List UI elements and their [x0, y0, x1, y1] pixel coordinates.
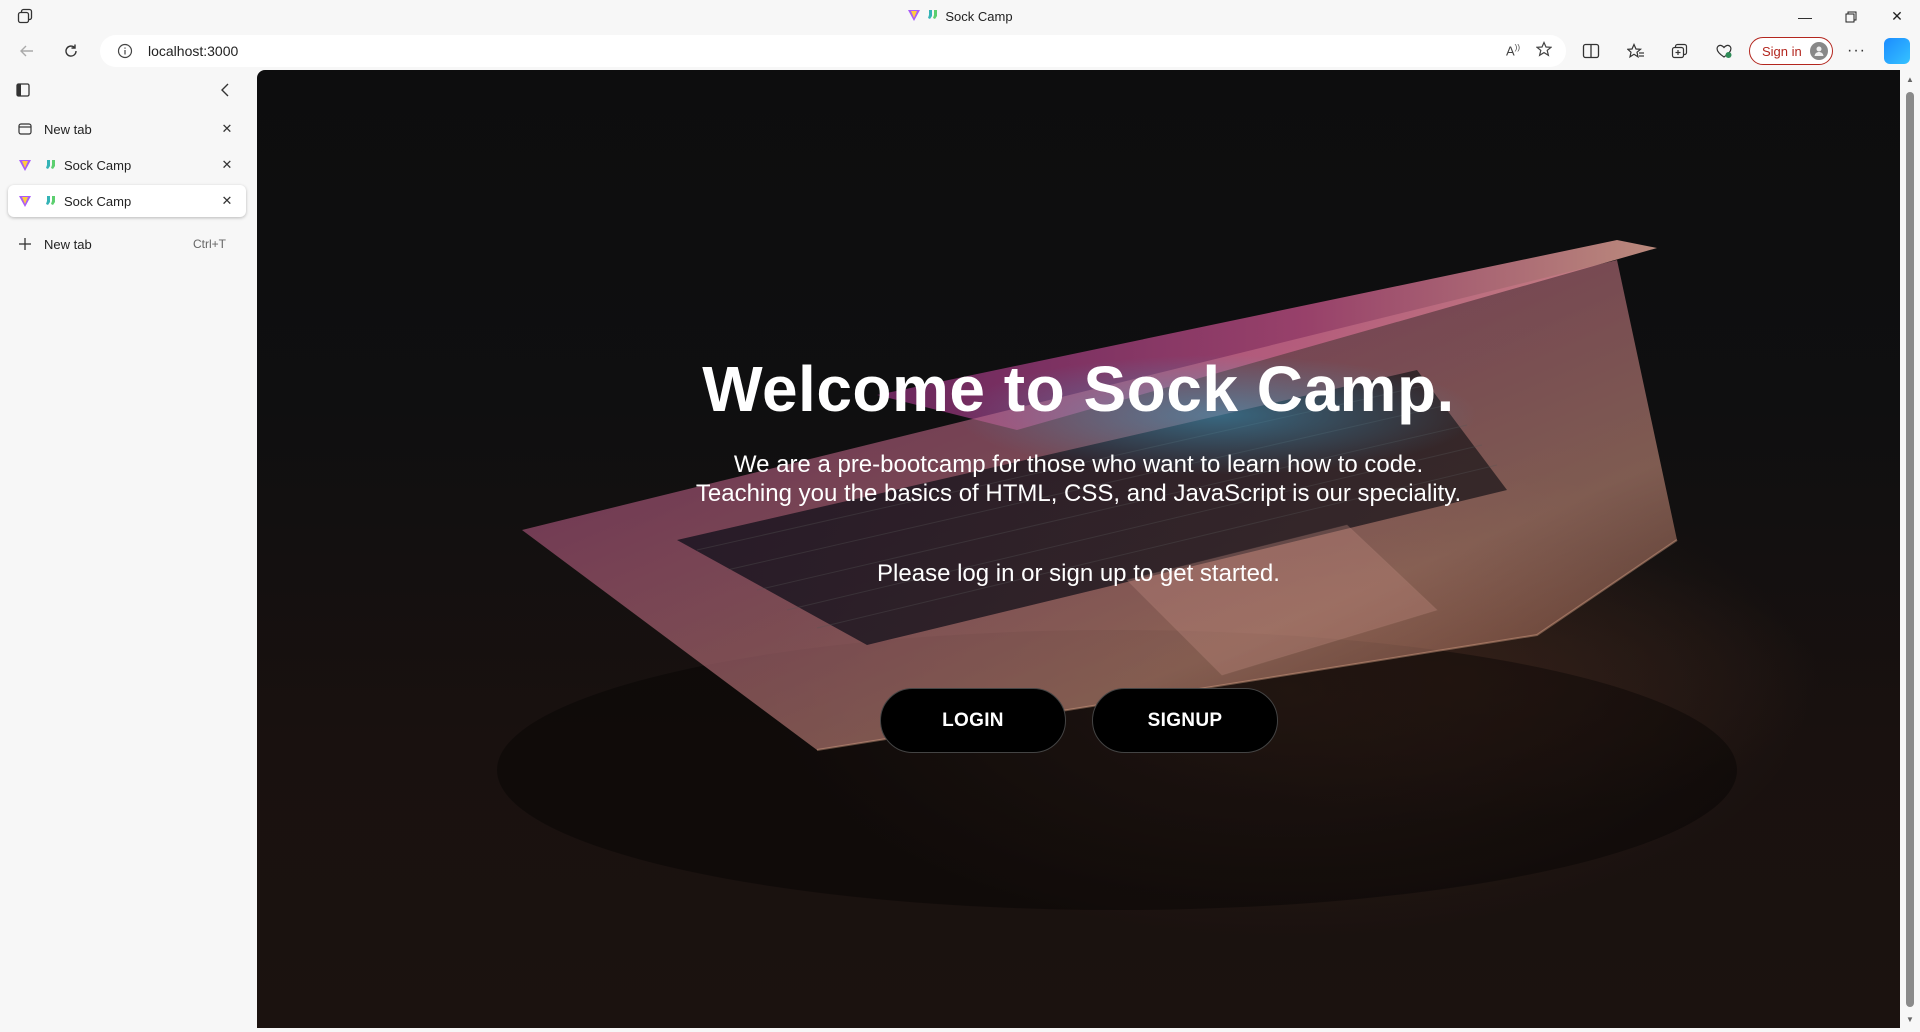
page-title: Welcome to Sock Camp.: [702, 353, 1455, 425]
new-tab-shortcut: Ctrl+T: [193, 237, 226, 251]
tab-sock-camp-active[interactable]: Sock Camp ✕: [8, 185, 246, 217]
scroll-down-icon[interactable]: ▼: [1905, 1014, 1915, 1024]
title-bar: Sock Camp — ✕: [0, 0, 1920, 33]
more-menu-icon[interactable]: ···: [1847, 35, 1866, 67]
tab-label: Sock Camp: [64, 157, 132, 173]
signup-button[interactable]: SIGNUP: [1092, 688, 1278, 753]
sign-in-button[interactable]: Sign in: [1749, 37, 1833, 65]
navigation-bar: localhost:3000 A)) ···: [0, 33, 1920, 69]
subtitle-line-1: We are a pre-bootcamp for those who want…: [733, 451, 1424, 478]
vertical-scrollbar[interactable]: ▲ ▼: [1900, 70, 1920, 1032]
profile-avatar-icon: [1809, 42, 1828, 60]
window-title-text: Sock Camp: [945, 9, 1013, 24]
collapse-sidebar-icon[interactable]: [216, 81, 234, 99]
close-tab-icon[interactable]: ✕: [218, 192, 236, 210]
close-tab-icon[interactable]: ✕: [218, 156, 236, 174]
tab-actions-icon[interactable]: [14, 81, 32, 99]
workspaces-icon[interactable]: [14, 7, 36, 25]
page-subtitle: We are a pre-bootcamp for those who want…: [257, 450, 1900, 508]
page-viewport: Welcome to Sock Camp. We are a pre-bootc…: [257, 70, 1900, 1028]
call-to-action-text: Please log in or sign up to get started.: [877, 560, 1280, 587]
copilot-icon[interactable]: [1884, 38, 1910, 64]
subtitle-line-2: Teaching you the basics of HTML, CSS, an…: [695, 480, 1462, 507]
url-text[interactable]: localhost:3000: [148, 43, 238, 59]
refresh-icon[interactable]: [56, 37, 86, 65]
window-controls: — ✕: [1782, 0, 1920, 33]
address-bar[interactable]: localhost:3000 A)): [100, 35, 1566, 67]
vite-logo-icon: [16, 192, 34, 210]
split-screen-icon[interactable]: [1582, 35, 1600, 67]
favorite-star-icon[interactable]: [1535, 40, 1553, 62]
tab-sock-camp[interactable]: Sock Camp ✕: [8, 149, 246, 181]
scroll-up-icon[interactable]: ▲: [1905, 74, 1915, 84]
vertical-tabs-sidebar: New tab ✕ Sock Camp ✕ Sock Camp ✕ New ta…: [0, 69, 256, 1032]
minimize-icon[interactable]: —: [1782, 0, 1828, 33]
back-arrow-icon[interactable]: [12, 37, 42, 65]
browser-essentials-icon[interactable]: [1715, 35, 1733, 67]
socks-favicon-icon: [927, 9, 939, 24]
tab-label: New tab: [44, 121, 92, 137]
new-tab-page-icon: [16, 120, 34, 138]
scrollbar-thumb[interactable]: [1906, 92, 1914, 1007]
close-tab-icon[interactable]: ✕: [218, 120, 236, 138]
read-aloud-icon[interactable]: A)): [1506, 43, 1520, 58]
restore-icon[interactable]: [1828, 0, 1874, 33]
hero-section: Welcome to Sock Camp. We are a pre-bootc…: [257, 70, 1900, 1028]
login-button[interactable]: LOGIN: [880, 688, 1066, 753]
window-title: Sock Camp: [0, 0, 1920, 33]
tab-new-tab[interactable]: New tab ✕: [8, 113, 246, 145]
vite-logo-icon: [907, 8, 921, 25]
favorites-icon[interactable]: [1627, 35, 1645, 67]
plus-icon: [16, 235, 34, 253]
new-tab-label: New tab: [44, 236, 92, 252]
tab-label: Sock Camp: [64, 193, 132, 209]
collections-icon[interactable]: [1671, 35, 1689, 67]
site-info-icon[interactable]: [116, 42, 134, 60]
sign-in-label: Sign in: [1762, 43, 1802, 59]
new-tab-button[interactable]: New tab Ctrl+T: [8, 229, 246, 259]
socks-favicon-icon: [44, 194, 58, 208]
vite-logo-icon: [16, 156, 34, 174]
socks-favicon-icon: [44, 158, 58, 172]
close-window-icon[interactable]: ✕: [1874, 0, 1920, 33]
